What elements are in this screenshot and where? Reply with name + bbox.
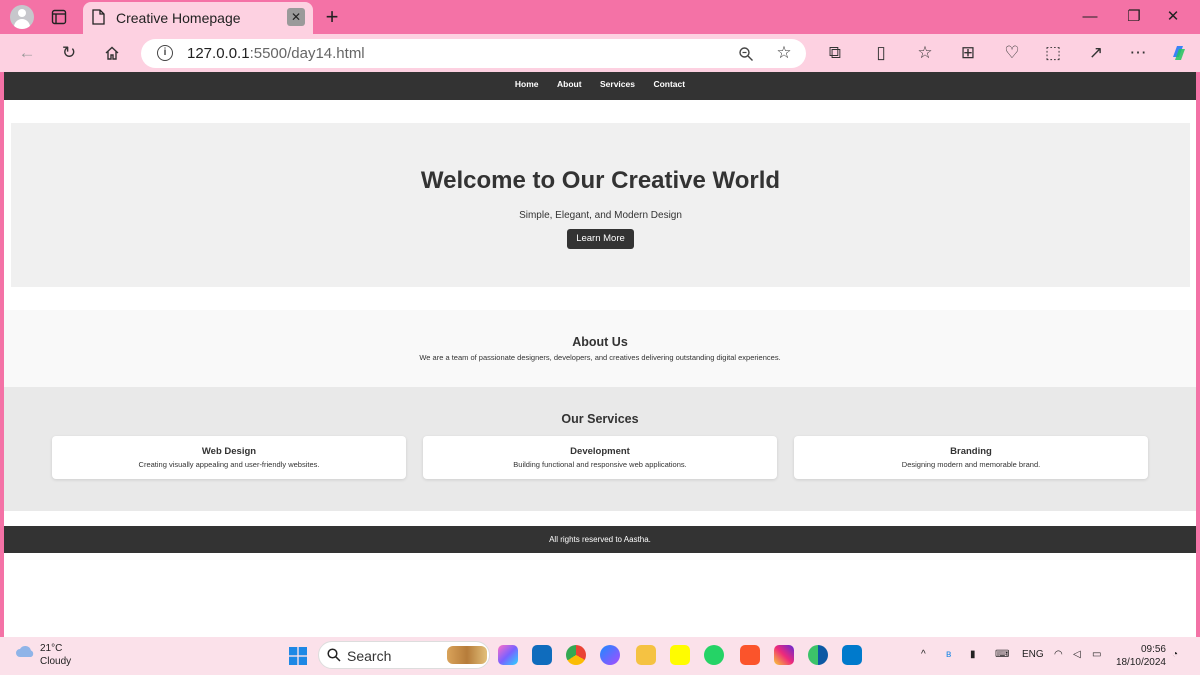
nav-link-contact[interactable]: Contact <box>653 72 685 97</box>
favorites-icon[interactable]: ☆ <box>914 42 936 64</box>
keyboard-icon[interactable]: ⌨ <box>995 649 1009 660</box>
weather-temp: 21°C <box>40 643 63 654</box>
services-section: Our Services Web Design Creating visuall… <box>4 387 1196 511</box>
snapchat-app-icon[interactable] <box>670 645 690 665</box>
about-text: We are a team of passionate designers, d… <box>419 353 781 362</box>
copilot-app-icon[interactable] <box>498 645 518 665</box>
restore-icon[interactable]: ❐ <box>1122 6 1146 28</box>
clock-date: 18/10/2024 <box>1115 657 1166 668</box>
nav-link-about[interactable]: About <box>557 72 582 97</box>
start-windows-icon[interactable] <box>289 647 307 665</box>
about-section: About Us We are a team of passionate des… <box>4 310 1196 387</box>
file-explorer-app-icon[interactable] <box>636 645 656 665</box>
minimize-icon[interactable]: — <box>1078 6 1102 28</box>
close-window-icon[interactable]: ✕ <box>1161 6 1185 28</box>
screenshot-icon[interactable]: ⬚ <box>1042 42 1064 64</box>
service-card-development: Development Building functional and resp… <box>423 436 777 479</box>
refresh-icon[interactable]: ↻ <box>58 42 80 64</box>
url-text: 127.0.0.1:5500/day14.html <box>187 45 365 62</box>
wifi-icon[interactable]: ◠ <box>1054 649 1063 660</box>
nav-link-services[interactable]: Services <box>600 72 635 97</box>
whatsapp-app-icon[interactable] <box>704 645 724 665</box>
site-info-icon[interactable]: i <box>157 45 173 61</box>
service-card-title: Branding <box>950 446 992 457</box>
messenger-app-icon[interactable] <box>600 645 620 665</box>
share-icon[interactable]: ↗ <box>1085 42 1107 64</box>
service-card-title: Development <box>570 446 630 457</box>
tab-actions-icon[interactable] <box>48 6 70 28</box>
service-card-text: Designing modern and memorable brand. <box>901 460 1041 469</box>
hero-section: Welcome to Our Creative World Simple, El… <box>11 123 1190 287</box>
browser-toolbar: ← ↻ i 127.0.0.1:5500/day14.html ☆ ⧉ ▯ ☆ … <box>0 34 1200 72</box>
hero-subtitle: Simple, Elegant, and Modern Design <box>519 210 682 221</box>
url-host: 127.0.0.1 <box>187 45 250 62</box>
tab-creative-homepage[interactable]: Creative Homepage ✕ <box>83 2 313 34</box>
tab-close-icon[interactable]: ✕ <box>287 8 305 26</box>
taskbar-search[interactable]: Search <box>318 641 490 669</box>
tab-title: Creative Homepage <box>116 10 241 26</box>
url-path: :5500/day14.html <box>249 45 365 62</box>
extensions-icon[interactable]: ⧉ <box>824 42 846 64</box>
browser-tab-bar: Creative Homepage ✕ + — ❐ ✕ <box>0 0 1200 34</box>
hero-title: Welcome to Our Creative World <box>420 167 781 194</box>
weather-widget[interactable]: 21°C Cloudy <box>14 643 71 667</box>
volume-icon[interactable]: ◁ <box>1073 649 1081 660</box>
cloud-icon <box>16 646 34 657</box>
battery-icon[interactable]: ▭ <box>1092 649 1101 660</box>
web-page: Home About Services Contact Welcome to O… <box>4 72 1196 637</box>
more-options-icon[interactable]: ⋯ <box>1127 42 1149 64</box>
language-indicator[interactable]: ENG <box>1022 649 1044 660</box>
browser-essentials-icon[interactable]: ♡ <box>1001 42 1023 64</box>
clock-time: 09:56 <box>1140 644 1166 655</box>
search-label: Search <box>347 648 392 664</box>
service-card-title: Web Design <box>201 446 257 457</box>
new-tab-icon[interactable]: + <box>320 4 344 30</box>
brave-app-icon[interactable] <box>740 645 760 665</box>
tray-app-icon[interactable]: ▮ <box>970 649 976 660</box>
service-card-web-design: Web Design Creating visually appealing a… <box>52 436 406 479</box>
windows-taskbar: 21°C Cloudy Search ^ ʙ ▮ ⌨ ENG ◠ ◁ ▭ 09:… <box>0 637 1200 675</box>
search-icon <box>327 648 341 662</box>
page-icon <box>92 9 105 30</box>
outlook-app-icon[interactable] <box>532 645 552 665</box>
zoom-icon[interactable] <box>735 43 757 65</box>
service-card-text: Building functional and responsive web a… <box>513 460 687 469</box>
services-title: Our Services <box>561 412 639 426</box>
site-nav: Home About Services Contact <box>4 72 1196 100</box>
address-bar[interactable]: i 127.0.0.1:5500/day14.html ☆ <box>141 39 806 68</box>
clock[interactable]: 09:56 18/10/2024 <box>1114 643 1166 669</box>
copilot-icon[interactable] <box>1168 42 1190 64</box>
site-footer: All rights reserved to Aastha. <box>4 526 1196 553</box>
collections-icon[interactable]: ⊞ <box>957 42 979 64</box>
service-card-text: Creating visually appealing and user-fri… <box>138 460 320 469</box>
notification-bell-icon[interactable]: ◔ <box>1172 649 1178 660</box>
edge-app-icon[interactable] <box>808 645 828 665</box>
profile-avatar-icon[interactable] <box>10 5 34 29</box>
split-screen-icon[interactable]: ▯ <box>870 42 892 64</box>
instagram-app-icon[interactable] <box>774 645 794 665</box>
home-icon[interactable] <box>101 42 123 64</box>
nav-link-home[interactable]: Home <box>515 72 539 97</box>
chrome-app-icon[interactable] <box>566 645 586 665</box>
tray-overflow-icon[interactable]: ^ <box>921 649 926 660</box>
learn-more-button[interactable]: Learn More <box>567 229 634 249</box>
back-icon[interactable]: ← <box>16 42 38 64</box>
about-title: About Us <box>572 335 628 349</box>
service-card-branding: Branding Designing modern and memorable … <box>794 436 1148 479</box>
search-highlight-image <box>447 646 487 664</box>
weather-condition: Cloudy <box>40 656 72 667</box>
vscode-app-icon[interactable] <box>842 645 862 665</box>
bluetooth-icon[interactable]: ʙ <box>946 649 951 660</box>
favorite-star-icon[interactable]: ☆ <box>773 42 795 64</box>
